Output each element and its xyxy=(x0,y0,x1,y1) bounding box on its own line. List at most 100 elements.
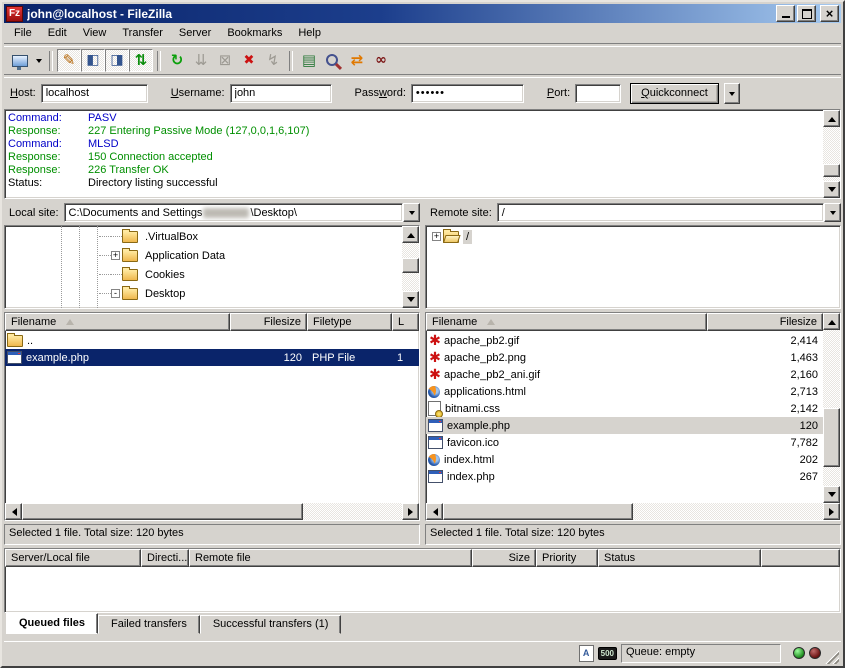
disconnect-button[interactable]: ✖ xyxy=(237,49,261,72)
tree-expander-plus-icon[interactable]: + xyxy=(111,251,120,260)
scrollbar-track[interactable] xyxy=(443,503,823,520)
find-files-button[interactable]: ∞ xyxy=(369,49,393,72)
menu-item-server[interactable]: Server xyxy=(171,25,219,41)
column-header-filesize[interactable]: Filesize xyxy=(230,313,307,331)
remote-vertical-scrollbar[interactable] xyxy=(823,313,840,503)
column-header-filetype[interactable]: Filetype xyxy=(307,313,392,331)
queue-column-header-remote-file[interactable]: Remote file xyxy=(189,549,472,567)
synchronized-browsing-button[interactable]: ⇄ xyxy=(345,49,369,72)
menu-item-file[interactable]: File xyxy=(6,25,40,41)
tree-item-cookies[interactable]: Cookies xyxy=(5,265,402,284)
scroll-right-button[interactable] xyxy=(823,503,840,520)
scroll-down-button[interactable] xyxy=(823,486,840,503)
queue-column-header-size[interactable]: Size xyxy=(472,549,536,567)
tree-item-application-data[interactable]: +Application Data xyxy=(5,246,402,265)
reconnect-button[interactable]: ↯ xyxy=(261,49,285,72)
queue-column-header-server-local-file[interactable]: Server/Local file xyxy=(5,549,141,567)
remote-horizontal-scrollbar[interactable] xyxy=(426,503,840,520)
tree-item-desktop[interactable]: -Desktop xyxy=(5,284,402,303)
scrollbar-thumb[interactable] xyxy=(402,258,419,273)
file-row-[interactable]: .. xyxy=(5,332,419,349)
menu-item-transfer[interactable]: Transfer xyxy=(114,25,171,41)
site-manager-button[interactable] xyxy=(8,49,32,72)
file-row-favicon-ico[interactable]: favicon.ico7,782 xyxy=(426,434,823,451)
scroll-right-button[interactable] xyxy=(402,503,419,520)
close-button[interactable]: × xyxy=(820,5,839,22)
scroll-down-button[interactable] xyxy=(402,291,419,308)
queue-column-header-status[interactable]: Status xyxy=(598,549,761,567)
file-row-apache-pb2-ani-gif[interactable]: ✱apache_pb2_ani.gif2,160 xyxy=(426,366,823,383)
scrollbar-thumb[interactable] xyxy=(22,503,303,520)
scroll-left-button[interactable] xyxy=(5,503,22,520)
local-tree-vertical-scrollbar[interactable] xyxy=(402,226,419,308)
column-header-l[interactable]: L xyxy=(392,313,419,331)
toggle-local-tree-button[interactable]: ◧ xyxy=(81,49,105,72)
process-queue-button[interactable]: ⇊ xyxy=(189,49,213,72)
cancel-operation-button[interactable]: ⊠ xyxy=(213,49,237,72)
tab-successful-transfers-1[interactable]: Successful transfers (1) xyxy=(200,615,342,634)
tree-expander-minus-icon[interactable]: - xyxy=(111,289,120,298)
local-site-dropdown-button[interactable] xyxy=(403,203,420,222)
tab-queued-files[interactable]: Queued files xyxy=(6,613,98,634)
transfer-type-icon[interactable]: A xyxy=(579,645,594,662)
file-row-apache-pb2-png[interactable]: ✱apache_pb2.png1,463 xyxy=(426,349,823,366)
refresh-file-lists-button[interactable]: ↻ xyxy=(165,49,189,72)
scroll-up-button[interactable] xyxy=(823,313,840,330)
scrollbar-thumb[interactable] xyxy=(823,164,840,177)
compare-directories-button[interactable] xyxy=(321,49,345,72)
quickconnect-dropdown-button[interactable] xyxy=(724,83,740,104)
tab-failed-transfers[interactable]: Failed transfers xyxy=(98,615,200,634)
minimize-button[interactable] xyxy=(776,5,795,22)
scrollbar-track[interactable] xyxy=(823,330,840,486)
queue-column-header-priority[interactable]: Priority xyxy=(536,549,598,567)
file-type-cell xyxy=(307,332,392,349)
toggle-message-log-button[interactable]: ✎ xyxy=(57,49,81,72)
menu-item-help[interactable]: Help xyxy=(290,25,329,41)
scrollbar-track[interactable] xyxy=(402,243,419,291)
remote-site-path[interactable]: / xyxy=(497,203,824,222)
toggle-transfer-queue-button[interactable]: ⇅ xyxy=(129,49,153,72)
column-header-filename[interactable]: Filename xyxy=(5,313,230,331)
file-row-index-html[interactable]: index.html202 xyxy=(426,451,823,468)
port-input[interactable] xyxy=(575,84,621,103)
quickconnect-button[interactable]: Quickconnect xyxy=(630,83,719,104)
host-input[interactable] xyxy=(41,84,148,103)
scrollbar-track[interactable] xyxy=(823,127,840,181)
scrollbar-track[interactable] xyxy=(22,503,402,520)
resize-grip[interactable] xyxy=(825,650,839,664)
menu-item-edit[interactable]: Edit xyxy=(40,25,75,41)
tree-expander-plus-icon[interactable]: + xyxy=(432,232,441,241)
title-bar: Fz john@localhost - FileZilla × xyxy=(4,4,841,23)
file-row-applications-html[interactable]: applications.html2,713 xyxy=(426,383,823,400)
tree-item-virtualbox[interactable]: .VirtualBox xyxy=(5,227,402,246)
menu-item-bookmarks[interactable]: Bookmarks xyxy=(219,25,290,41)
maximize-button[interactable] xyxy=(797,5,816,22)
file-row-index-php[interactable]: index.php267 xyxy=(426,468,823,485)
queue-column-header-directi[interactable]: Directi... xyxy=(141,549,189,567)
scroll-down-button[interactable] xyxy=(823,181,840,198)
tree-item-[interactable]: +/ xyxy=(426,227,840,246)
column-header-filesize[interactable]: Filesize xyxy=(707,313,823,331)
site-manager-dropdown-button[interactable] xyxy=(32,49,45,72)
menu-item-view[interactable]: View xyxy=(75,25,115,41)
scrollbar-thumb[interactable] xyxy=(443,503,633,520)
log-vertical-scrollbar[interactable] xyxy=(823,110,840,198)
column-header-filename[interactable]: Filename xyxy=(426,313,707,331)
speed-limit-icon[interactable]: 500 xyxy=(598,647,617,660)
password-input[interactable] xyxy=(411,84,524,103)
scrollbar-thumb[interactable] xyxy=(823,408,840,467)
queue-body[interactable] xyxy=(5,567,840,612)
remote-site-dropdown-button[interactable] xyxy=(824,203,841,222)
file-row-example-php[interactable]: example.php120PHP File1 xyxy=(5,349,419,366)
toggle-remote-tree-button[interactable]: ◨ xyxy=(105,49,129,72)
file-row-apache-pb2-gif[interactable]: ✱apache_pb2.gif2,414 xyxy=(426,332,823,349)
scroll-up-button[interactable] xyxy=(823,110,840,127)
scroll-up-button[interactable] xyxy=(402,226,419,243)
file-row-example-php[interactable]: example.php120 xyxy=(426,417,823,434)
username-input[interactable] xyxy=(230,84,332,103)
file-row-bitnami-css[interactable]: bitnami.css2,142 xyxy=(426,400,823,417)
local-site-path[interactable]: C:\Documents and Settings\Desktop\ xyxy=(64,203,403,222)
scroll-left-button[interactable] xyxy=(426,503,443,520)
directory-listing-filters-button[interactable]: ▤ xyxy=(297,49,321,72)
local-horizontal-scrollbar[interactable] xyxy=(5,503,419,520)
